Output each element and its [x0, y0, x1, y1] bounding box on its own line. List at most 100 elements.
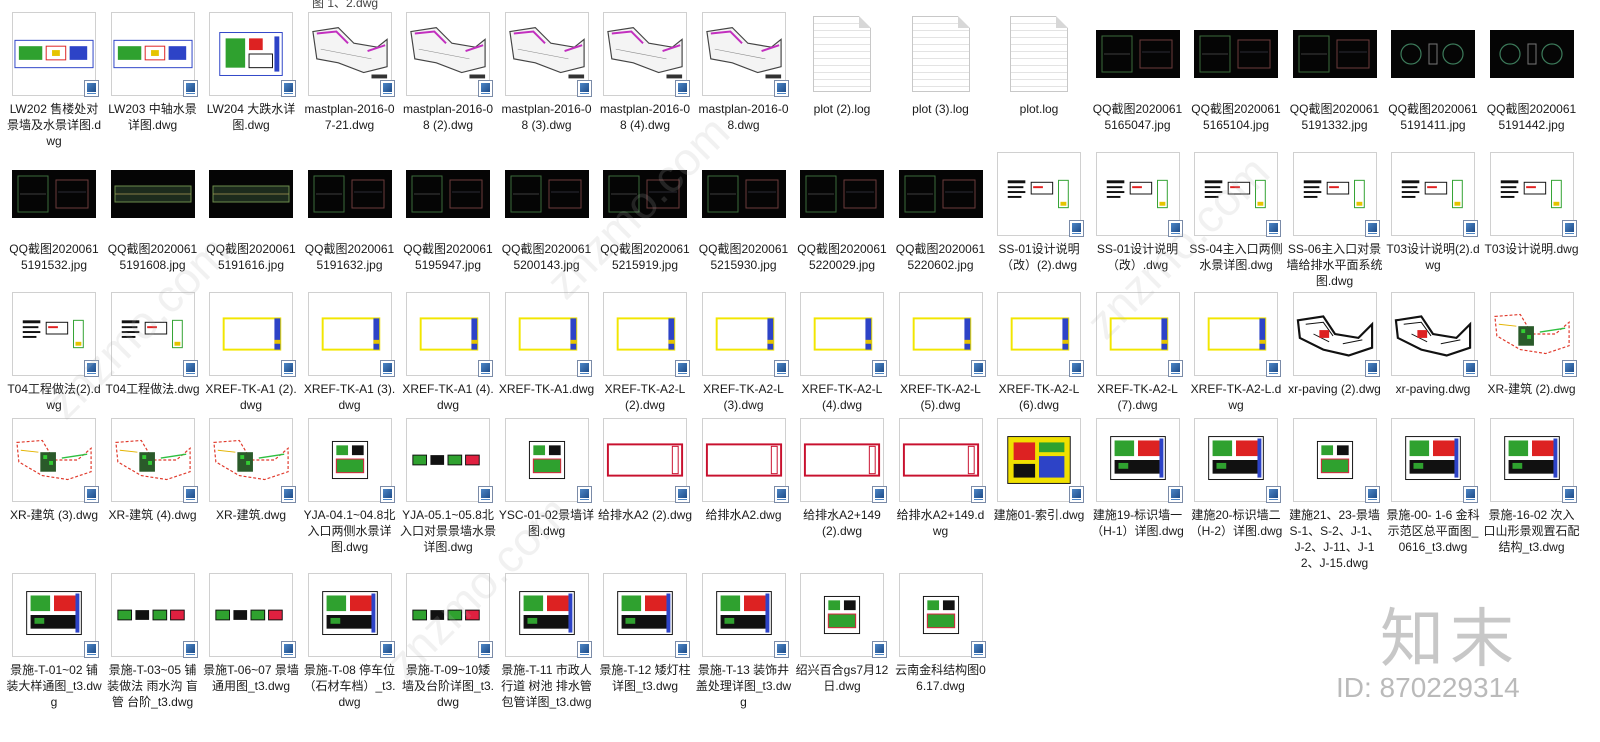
- file-item[interactable]: XREF-TK-A1 (3).dwg: [301, 292, 399, 413]
- file-item[interactable]: xr-paving (2).dwg: [1286, 292, 1384, 397]
- image-thumbnail: [504, 152, 589, 236]
- file-item[interactable]: XREF-TK-A2-L (3).dwg: [695, 292, 793, 413]
- image-thumbnail: [1194, 12, 1278, 96]
- file-name-label: LW204 大跌水详图.dwg: [206, 102, 296, 132]
- dwg-file-type-icon: [379, 641, 395, 658]
- file-item[interactable]: 给排水A2 (2).dwg: [596, 418, 694, 523]
- file-item[interactable]: SS-04主入口两侧水景详图.dwg: [1187, 152, 1285, 273]
- file-item[interactable]: mastplan-2016-08 (4).dwg: [596, 12, 694, 133]
- dwg-thumbnail: [1489, 418, 1577, 503]
- file-item[interactable]: XREF-TK-A2-L (6).dwg: [990, 292, 1088, 413]
- file-item[interactable]: XREF-TK-A2-L (4).dwg: [793, 292, 891, 413]
- file-item[interactable]: SS-01设计说明（改）.dwg: [1089, 152, 1187, 273]
- dwg-thumbnail: [12, 418, 99, 503]
- file-name-label: SS-01设计说明（改）.dwg: [1096, 242, 1179, 272]
- file-name-label: SS-06主入口对景墙给排水平面系统图.dwg: [1286, 242, 1383, 288]
- image-thumbnail: [406, 152, 490, 236]
- dwg-file-type-icon: [1561, 360, 1577, 377]
- file-item[interactable]: QQ截图20200615191632.jpg: [301, 152, 399, 273]
- file-item[interactable]: YSC-01-02景墙详图.dwg: [498, 418, 596, 539]
- file-item[interactable]: 建施21、23-景墙S-1、S-2、J-1、J-2、J-11、J-12、J-15…: [1286, 418, 1384, 571]
- file-item[interactable]: plot (2).log: [793, 12, 891, 117]
- file-item[interactable]: 景施-00- 1-6 金科示范区总平面图_0616_t3.dwg: [1384, 418, 1482, 555]
- image-thumbnail: [701, 152, 786, 236]
- file-item[interactable]: QQ截图20200615165047.jpg: [1089, 12, 1187, 133]
- file-item[interactable]: QQ截图20200615200143.jpg: [498, 152, 596, 273]
- file-item[interactable]: 景施-T-08 停车位（石材车档）_t3.dwg: [301, 573, 399, 710]
- file-item[interactable]: 景施-T-13 装饰井盖处理详图_t3.dwg: [695, 573, 793, 710]
- file-item[interactable]: QQ截图20200615191616.jpg: [202, 152, 300, 273]
- file-item[interactable]: XREF-TK-A1 (2).dwg: [202, 292, 300, 413]
- file-item[interactable]: YJA-05.1~05.8北入口对景景墙水景详图.dwg: [399, 418, 497, 555]
- file-item[interactable]: LW204 大跌水详图.dwg: [202, 12, 300, 133]
- file-item[interactable]: QQ截图20200615191411.jpg: [1384, 12, 1482, 133]
- file-item[interactable]: mastplan-2016-08 (2).dwg: [399, 12, 497, 133]
- file-item[interactable]: 绍兴百合gs7月12日.dwg: [793, 573, 891, 694]
- file-item[interactable]: T03设计说明(2).dwg: [1384, 152, 1482, 273]
- dwg-thumbnail: [701, 292, 789, 377]
- file-item[interactable]: XREF-TK-A2-L (2).dwg: [596, 292, 694, 413]
- file-item[interactable]: XR-建筑 (3).dwg: [5, 418, 103, 523]
- file-item[interactable]: SS-01设计说明（改）(2).dwg: [990, 152, 1088, 273]
- file-item[interactable]: 景施T-06~07 景墙通用图_t3.dwg: [202, 573, 300, 694]
- file-item[interactable]: 景施-T-11 市政人行道 树池 排水管包管详图_t3.dwg: [498, 573, 596, 710]
- file-item[interactable]: 建施20-标识墙二（H-2）详图.dwg: [1187, 418, 1285, 539]
- file-item[interactable]: YJA-04.1~04.8北入口两侧水景详图.dwg: [301, 418, 399, 555]
- dwg-file-type-icon: [970, 360, 986, 377]
- file-item[interactable]: mastplan-2016-08 (3).dwg: [498, 12, 596, 133]
- file-item[interactable]: 建施19-标识墙一（H-1）详图.dwg: [1089, 418, 1187, 539]
- dwg-file-type-icon: [1364, 220, 1380, 237]
- file-item[interactable]: 给排水A2+149 (2).dwg: [793, 418, 891, 539]
- file-item[interactable]: XR-建筑 (4).dwg: [104, 418, 202, 523]
- file-item[interactable]: QQ截图20200615191608.jpg: [104, 152, 202, 273]
- dwg-thumbnail: [1095, 418, 1183, 503]
- file-item[interactable]: plot (3).log: [892, 12, 990, 117]
- dwg-thumbnail: [898, 573, 986, 658]
- file-item[interactable]: XREF-TK-A1.dwg: [498, 292, 596, 397]
- file-item[interactable]: 景施-16-02 次入口山形景观置石配结构_t3.dwg: [1483, 418, 1581, 555]
- file-item[interactable]: plot.log: [990, 12, 1088, 117]
- file-name-label: 给排水A2.dwg: [705, 508, 782, 522]
- file-item[interactable]: T04工程做法(2).dwg: [5, 292, 103, 413]
- file-name-label: 景施-T-13 装饰井盖处理详图_t3.dwg: [695, 663, 792, 709]
- file-item[interactable]: LW202 售楼处对景墙及水景详图.dwg: [5, 12, 103, 149]
- file-item[interactable]: QQ截图20200615191442.jpg: [1483, 12, 1581, 133]
- file-item[interactable]: QQ截图20200615220029.jpg: [793, 152, 891, 273]
- dwg-thumbnail: [997, 418, 1084, 503]
- file-item[interactable]: 给排水A2+149.dwg: [892, 418, 990, 539]
- file-item[interactable]: 云南金科结构图06.17.dwg: [892, 573, 990, 694]
- file-item[interactable]: xr-paving.dwg: [1384, 292, 1482, 397]
- file-item[interactable]: QQ截图20200615191532.jpg: [5, 152, 103, 273]
- file-item[interactable]: QQ截图20200615191332.jpg: [1286, 12, 1384, 133]
- file-item[interactable]: mastplan-2016-08.dwg: [695, 12, 793, 133]
- file-item[interactable]: T04工程做法.dwg: [104, 292, 202, 397]
- file-item[interactable]: XREF-TK-A2-L.dwg: [1187, 292, 1285, 413]
- dwg-file-type-icon: [1069, 220, 1084, 237]
- file-name-label: XR-建筑 (3).dwg: [9, 508, 98, 522]
- file-item[interactable]: mastplan-2016-07-21.dwg: [301, 12, 399, 133]
- file-item[interactable]: 景施-T-09~10矮墙及台阶详图_t3.dwg: [399, 573, 497, 710]
- file-name-label: QQ截图20200615191332.jpg: [1289, 102, 1380, 132]
- file-item[interactable]: QQ截图20200615220602.jpg: [892, 152, 990, 273]
- file-item[interactable]: T03设计说明.dwg: [1483, 152, 1581, 257]
- file-item[interactable]: XREF-TK-A2-L (7).dwg: [1089, 292, 1187, 413]
- file-item[interactable]: QQ截图20200615195947.jpg: [399, 152, 497, 273]
- dwg-file-type-icon: [773, 360, 789, 377]
- file-item[interactable]: QQ截图20200615215930.jpg: [695, 152, 793, 273]
- file-item[interactable]: LW203 中轴水景详图.dwg: [104, 12, 202, 133]
- file-item[interactable]: 给排水A2.dwg: [695, 418, 793, 523]
- file-item[interactable]: XR-建筑.dwg: [202, 418, 300, 523]
- file-item[interactable]: XR-建筑 (2).dwg: [1483, 292, 1581, 397]
- file-item[interactable]: 景施-T-12 矮灯柱详图_t3.dwg: [596, 573, 694, 694]
- file-item[interactable]: 建施01-索引.dwg: [990, 418, 1088, 523]
- file-item[interactable]: 景施-T-01~02 铺装大样通图_t3.dwg: [5, 573, 103, 710]
- file-item[interactable]: QQ截图20200615165104.jpg: [1187, 12, 1285, 133]
- dwg-thumbnail: [1194, 152, 1281, 237]
- file-item[interactable]: SS-06主入口对景墙给排水平面系统图.dwg: [1286, 152, 1384, 289]
- watermark-logo: 知末: [1380, 603, 1520, 677]
- file-item[interactable]: 景施-T-03~05 铺装做法 雨水沟 盲管 台阶_t3.dwg: [104, 573, 202, 710]
- file-item[interactable]: XREF-TK-A2-L (5).dwg: [892, 292, 990, 413]
- dwg-file-type-icon: [675, 486, 690, 503]
- file-item[interactable]: XREF-TK-A1 (4).dwg: [399, 292, 497, 413]
- file-item[interactable]: QQ截图20200615215919.jpg: [596, 152, 694, 273]
